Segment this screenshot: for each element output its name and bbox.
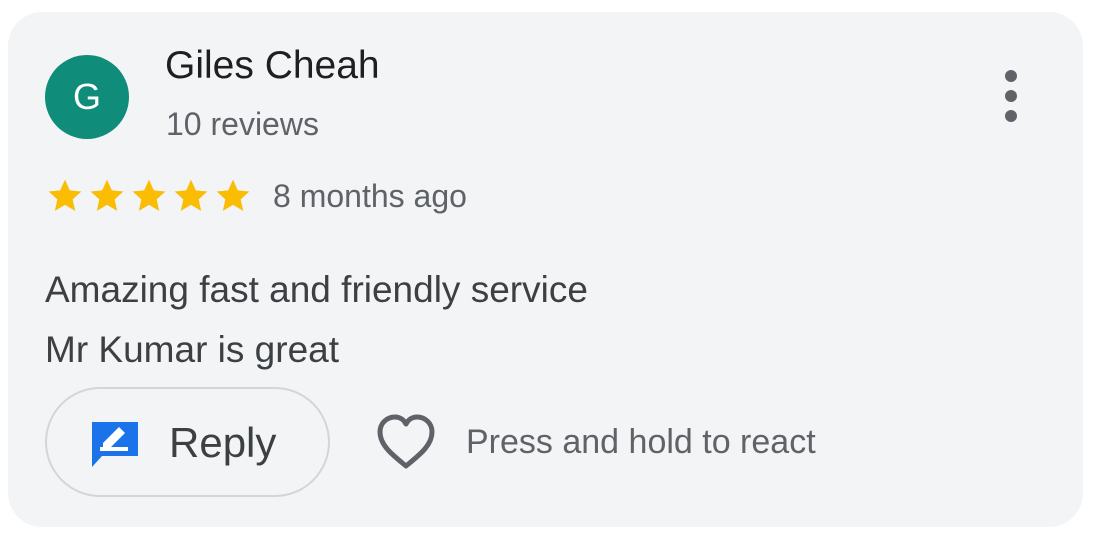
reply-button[interactable]: Reply bbox=[45, 387, 330, 497]
review-count: 10 reviews bbox=[166, 106, 319, 142]
star-icon bbox=[90, 179, 124, 211]
star-icon bbox=[132, 179, 166, 211]
more-options-button[interactable] bbox=[996, 68, 1026, 124]
heart-outline-icon[interactable] bbox=[374, 412, 438, 472]
review-text-line: Mr Kumar is great bbox=[45, 329, 340, 370]
reply-feedback-icon bbox=[92, 422, 138, 467]
avatar[interactable]: G bbox=[45, 55, 129, 139]
review-text-line: Amazing fast and friendly service bbox=[45, 269, 588, 310]
star-icon bbox=[174, 179, 208, 211]
star-icon bbox=[216, 179, 250, 211]
review-date: 8 months ago bbox=[273, 178, 467, 214]
avatar-initial: G bbox=[72, 76, 101, 117]
star-icon bbox=[48, 179, 82, 211]
star-rating bbox=[44, 176, 254, 216]
react-hint: Press and hold to react bbox=[466, 423, 816, 461]
reply-label: Reply bbox=[169, 419, 277, 466]
review-text: Amazing fast and friendly service Mr Kum… bbox=[45, 260, 588, 380]
reviewer-name[interactable]: Giles Cheah bbox=[165, 44, 380, 88]
review-card: G Giles Cheah 10 reviews 8 months ago Am… bbox=[8, 12, 1083, 527]
